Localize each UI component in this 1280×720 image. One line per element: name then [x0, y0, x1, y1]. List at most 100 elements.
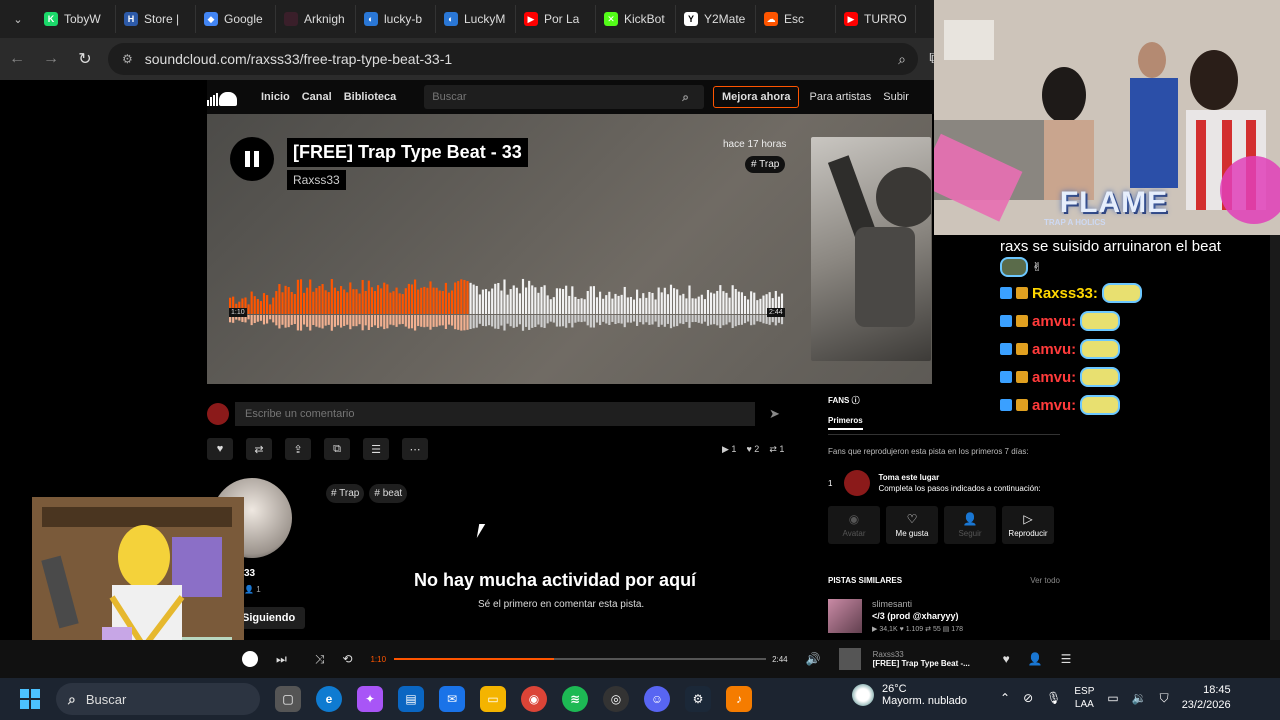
- site-info-icon[interactable]: ⚙: [122, 52, 133, 66]
- security-icon[interactable]: ⛉: [1160, 691, 1169, 706]
- player-follow-icon[interactable]: 👤: [1028, 652, 1043, 666]
- tab-first-fans[interactable]: Primeros: [828, 416, 863, 430]
- browser-tab[interactable]: ◐ LuckyM: [436, 5, 516, 33]
- browser-tab[interactable]: ◆ Google: [196, 5, 276, 33]
- search-input[interactable]: [424, 85, 705, 109]
- cover-art[interactable]: [811, 137, 931, 361]
- language-indicator[interactable]: ESP LAA: [1074, 685, 1094, 711]
- weather-widget[interactable]: 26°C Mayorm. nublado: [852, 683, 967, 707]
- info-icon[interactable]: ⓘ: [852, 396, 860, 405]
- windows-start-icon[interactable]: [20, 689, 40, 709]
- genre-tag[interactable]: # Trap: [745, 156, 786, 173]
- volume-icon[interactable]: 🔉: [1132, 691, 1147, 705]
- browser-tab[interactable]: ◐ lucky-b: [356, 5, 436, 33]
- waveform-bar: [611, 298, 614, 314]
- more-button[interactable]: ⋯: [402, 438, 428, 460]
- browser-tab[interactable]: ☁ Esc: [756, 5, 836, 33]
- tag-chip[interactable]: # beat: [369, 484, 408, 503]
- waveform-bar: [484, 289, 488, 314]
- player-track-art[interactable]: [838, 648, 861, 670]
- address-bar[interactable]: ⚙ soundcloud.com/raxss33/free-trap-type-…: [108, 43, 918, 75]
- obs-icon[interactable]: ◎: [603, 686, 629, 712]
- tab-search-button[interactable]: ⌄: [0, 0, 36, 38]
- waveform[interactable]: [229, 264, 784, 344]
- upgrade-button[interactable]: Mejora ahora: [713, 86, 800, 108]
- nav-feed[interactable]: Canal: [302, 91, 332, 103]
- task-view-icon[interactable]: ▢: [275, 686, 301, 712]
- taskbar-search[interactable]: ⌕ Buscar: [56, 683, 260, 715]
- similar-track-artist[interactable]: slimesanti: [872, 599, 963, 609]
- pause-icon[interactable]: [242, 651, 258, 667]
- similar-track-title[interactable]: </3 (prod @xharyyy): [872, 611, 963, 621]
- zoom-icon[interactable]: ⌕: [898, 51, 906, 68]
- clock[interactable]: 18:45 23/2/2026: [1182, 683, 1231, 713]
- tray-chevron-icon[interactable]: ⌃: [1000, 691, 1010, 705]
- fan-slot-title: Toma este lugar: [878, 473, 940, 482]
- queue-icon[interactable]: ☰: [1061, 652, 1072, 666]
- similar-track-item[interactable]: slimesanti </3 (prod @xharyyy) ▶ 34,1K ♥…: [828, 599, 1060, 633]
- progress-bar[interactable]: [394, 658, 767, 660]
- current-user-avatar[interactable]: [207, 403, 229, 425]
- edge-icon[interactable]: e: [316, 686, 342, 712]
- see-all-link[interactable]: Ver todo: [1030, 576, 1060, 585]
- fan-step-button[interactable]: ▷ Reproducir: [1002, 506, 1054, 544]
- volume-icon[interactable]: 🔊: [806, 652, 821, 666]
- share-button[interactable]: ⇪: [285, 438, 311, 460]
- copilot-icon[interactable]: ✦: [357, 686, 383, 712]
- nav-home[interactable]: Inicio: [261, 91, 290, 103]
- steam-icon[interactable]: ⚙: [685, 686, 711, 712]
- player-title[interactable]: [FREE] Trap Type Beat -...: [873, 659, 993, 668]
- fl-studio-icon[interactable]: ♪: [726, 686, 752, 712]
- track-artist-link[interactable]: Raxss33: [287, 170, 346, 190]
- back-button[interactable]: ←: [0, 42, 34, 76]
- nav-upload[interactable]: Subir: [883, 91, 909, 103]
- waveform-reflection: [580, 315, 583, 323]
- file-explorer-icon[interactable]: ▭: [480, 686, 506, 712]
- browser-tab[interactable]: ▶ Por La: [516, 5, 596, 33]
- store-icon[interactable]: ▤: [398, 686, 424, 712]
- fan-step-button[interactable]: 👤 Seguir: [944, 506, 996, 544]
- like-button[interactable]: ♥: [207, 438, 233, 460]
- tag-chip[interactable]: # Trap: [326, 484, 365, 503]
- microphone-icon[interactable]: 🎙: [1046, 691, 1061, 705]
- forward-button[interactable]: →: [34, 42, 68, 76]
- reload-button[interactable]: ↻: [68, 42, 102, 76]
- browser-tab[interactable]: ▶ TURRO: [836, 5, 916, 33]
- search-icon[interactable]: ⌕: [682, 90, 689, 105]
- outlook-icon[interactable]: ✉: [439, 686, 465, 712]
- browser-tab[interactable]: ✕ KickBot: [596, 5, 676, 33]
- pause-button[interactable]: [230, 137, 274, 181]
- player-artist[interactable]: Raxss33: [873, 650, 993, 659]
- spotify-icon[interactable]: ≋: [562, 686, 588, 712]
- waveform-bar: [460, 279, 463, 314]
- send-icon[interactable]: ➤: [769, 406, 780, 422]
- network-off-icon[interactable]: ⊘: [1023, 691, 1033, 705]
- fan-step-button[interactable]: ♡ Me gusta: [886, 506, 938, 544]
- copy-link-button[interactable]: ⧉: [324, 438, 350, 460]
- soundcloud-logo-icon[interactable]: [207, 88, 241, 106]
- browser-tab[interactable]: K TobyW: [36, 5, 116, 33]
- next-track-icon[interactable]: ⏭: [276, 652, 287, 667]
- nav-for-artists[interactable]: Para artistas: [809, 91, 871, 103]
- fan-step-button[interactable]: ◉ Avatar: [828, 506, 880, 544]
- display-icon[interactable]: ▭: [1107, 691, 1118, 705]
- repeat-icon[interactable]: ⟲: [342, 652, 352, 666]
- shuffle-icon[interactable]: ⤨: [315, 652, 325, 667]
- chat-username: amvu:: [1032, 368, 1077, 386]
- waveform-bar: [762, 295, 765, 314]
- browser-tab[interactable]: H Store |: [116, 5, 196, 33]
- chrome-icon[interactable]: ◉: [521, 686, 547, 712]
- waveform-bar: [364, 290, 367, 314]
- similar-track-art[interactable]: [828, 599, 862, 633]
- discord-icon[interactable]: ☺: [644, 686, 670, 712]
- nav-library[interactable]: Biblioteca: [344, 91, 397, 103]
- browser-tab[interactable]: Arknigh: [276, 5, 356, 33]
- comment-input[interactable]: [235, 402, 755, 426]
- repost-button[interactable]: ⇄: [246, 438, 272, 460]
- waveform-bar: [370, 287, 373, 314]
- browser-tab[interactable]: Y Y2Mate: [676, 5, 756, 33]
- waveform-reflection: [330, 315, 333, 331]
- artist-name[interactable]: 33: [244, 568, 255, 579]
- add-to-playlist-button[interactable]: ☰: [363, 438, 389, 460]
- player-like-icon[interactable]: ♥: [1003, 652, 1010, 666]
